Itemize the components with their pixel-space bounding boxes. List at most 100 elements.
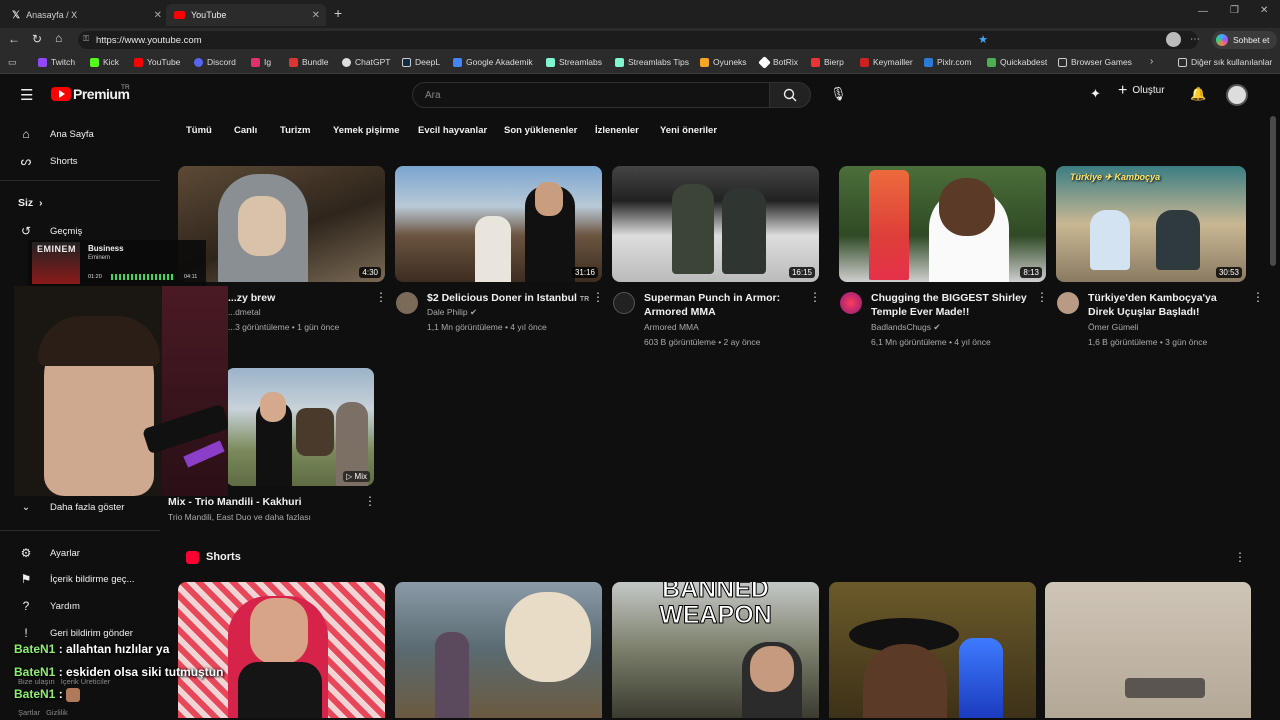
bookmark-bierp[interactable]: Bierp bbox=[811, 57, 844, 67]
video-channel[interactable]: Ömer Gümeli bbox=[1088, 320, 1139, 335]
channel-avatar[interactable] bbox=[840, 292, 862, 314]
mix-title[interactable]: Mix - Trio Mandili - Kakhuri bbox=[168, 495, 302, 509]
chip-recent[interactable]: Son yüklenenler bbox=[504, 125, 577, 136]
sidebar-item-home[interactable]: ⌂ Ana Sayfa bbox=[18, 127, 93, 141]
bookmark-twitch[interactable]: Twitch bbox=[38, 57, 75, 67]
short-thumbnail[interactable] bbox=[829, 582, 1036, 718]
more-options-icon[interactable]: ⋮ bbox=[1234, 550, 1246, 564]
mix-channels[interactable]: Trio Mandili, East Duo ve daha fazlası bbox=[168, 510, 311, 525]
chip-tourism[interactable]: Turizm bbox=[280, 125, 310, 136]
profile-avatar[interactable] bbox=[1166, 32, 1181, 47]
close-icon[interactable]: ✕ bbox=[312, 10, 320, 21]
chevron-right-icon[interactable]: › bbox=[1150, 56, 1153, 67]
sidebar-item-settings[interactable]: ⚙ Ayarlar bbox=[18, 546, 80, 560]
notifications-bell-icon[interactable]: 🔔 bbox=[1190, 86, 1206, 102]
sidebar-item-feedback[interactable]: ! Geri bildirim gönder bbox=[18, 626, 133, 640]
more-options-icon[interactable]: ⋮ bbox=[809, 290, 821, 304]
video-title[interactable]: Chugging the BIGGEST Shirley Temple Ever… bbox=[871, 291, 1031, 319]
sidebar-item-report[interactable]: ⚑ İçerik bildirme geç... bbox=[18, 572, 135, 586]
favorite-star-icon[interactable]: ★ bbox=[978, 33, 988, 46]
hamburger-menu-icon[interactable]: ☰ bbox=[20, 86, 33, 104]
video-thumbnail[interactable]: Türkiye ✈ Kamboçya 30:53 bbox=[1056, 166, 1246, 282]
chip-pets[interactable]: Evcil hayvanlar bbox=[418, 125, 487, 136]
video-channel[interactable]: BadlandsChugs ✔ bbox=[871, 320, 941, 335]
short-thumbnail[interactable] bbox=[395, 582, 602, 718]
video-channel[interactable]: Dale Philip ✔ bbox=[427, 305, 477, 320]
short-thumbnail[interactable] bbox=[178, 582, 385, 718]
bookmark-discord[interactable]: Discord bbox=[194, 57, 236, 67]
bookmark-google-akademik[interactable]: Google Akademik bbox=[453, 57, 533, 67]
more-options-icon[interactable]: ⋮ bbox=[375, 290, 387, 304]
minimize-button[interactable]: — bbox=[1198, 6, 1208, 17]
search-button[interactable] bbox=[769, 82, 811, 108]
chip-new-recommendations[interactable]: Yeni öneriler bbox=[660, 125, 717, 136]
sidebar-you-header[interactable]: Siz › bbox=[18, 197, 43, 209]
bookmark-ig[interactable]: Ig bbox=[251, 57, 271, 67]
video-thumbnail[interactable]: 16:15 bbox=[612, 166, 819, 282]
more-options-icon[interactable]: ⋮ bbox=[1036, 290, 1048, 304]
bookmark-streamlabs[interactable]: Streamlabs bbox=[546, 57, 602, 67]
chip-watched[interactable]: İzlenenler bbox=[595, 125, 639, 136]
bookmark-quickabdest[interactable]: Quickabdest bbox=[987, 57, 1047, 67]
channel-avatar[interactable] bbox=[613, 292, 635, 314]
chip-cooking[interactable]: Yemek pişirme bbox=[333, 125, 400, 136]
video-channel[interactable]: Armored MMA bbox=[644, 320, 699, 335]
short-thumbnail[interactable] bbox=[1045, 582, 1251, 718]
footer-link-terms[interactable]: Şartlar bbox=[18, 708, 40, 717]
channel-avatar[interactable] bbox=[396, 292, 418, 314]
reload-icon[interactable]: ↻ bbox=[32, 32, 42, 46]
more-options-icon[interactable]: ⋮ bbox=[592, 290, 604, 304]
bookmark-streamlabs-tips[interactable]: Streamlabs Tips bbox=[615, 57, 689, 67]
home-icon[interactable]: ⌂ bbox=[55, 31, 62, 45]
video-thumbnail[interactable]: 4:30 bbox=[178, 166, 385, 282]
bookmark-other[interactable]: Diğer sık kullanılanlar bbox=[1178, 57, 1272, 67]
copilot-chat-button[interactable]: Sohbet et bbox=[1212, 31, 1278, 49]
sidebar-item-shorts[interactable]: ᔕ Shorts bbox=[18, 154, 78, 168]
video-thumbnail[interactable]: 8:13 bbox=[839, 166, 1046, 282]
bookmark-kick[interactable]: Kick bbox=[90, 57, 119, 67]
back-icon[interactable]: ← bbox=[8, 32, 20, 46]
sidebar-show-more[interactable]: ⌄ Daha fazla göster bbox=[18, 502, 125, 513]
chip-live[interactable]: Canlı bbox=[234, 125, 257, 136]
create-button[interactable]: + Oluştur bbox=[1118, 82, 1165, 98]
sidebar-item-help[interactable]: ? Yardım bbox=[18, 599, 80, 613]
video-title[interactable]: ...zy brew bbox=[228, 291, 275, 305]
reading-list-icon[interactable]: ▭ bbox=[8, 57, 17, 68]
short-thumbnail[interactable]: BANNED WEAPON bbox=[612, 582, 819, 718]
tab-youtube[interactable]: YouTube ✕ bbox=[166, 4, 326, 26]
youtube-logo-icon[interactable] bbox=[51, 87, 71, 101]
page-scrollbar-thumb[interactable] bbox=[1270, 116, 1276, 266]
bookmark-botrix[interactable]: BotRix bbox=[758, 55, 798, 69]
cast-icon[interactable]: ✦ bbox=[1090, 86, 1101, 102]
bookmark-keymailler[interactable]: Keymailler bbox=[860, 57, 913, 67]
close-window-button[interactable]: ✕ bbox=[1260, 5, 1268, 16]
mix-thumbnail[interactable]: ▷ Mix bbox=[226, 368, 374, 486]
video-channel[interactable]: ...dmetal bbox=[228, 305, 261, 320]
video-thumbnail[interactable]: 31:16 bbox=[395, 166, 602, 282]
new-tab-button[interactable]: + bbox=[334, 5, 342, 21]
more-options-icon[interactable]: ⋮ bbox=[364, 494, 376, 508]
close-icon[interactable]: ✕ bbox=[154, 10, 162, 21]
microphone-icon[interactable]: 🎙 bbox=[830, 86, 847, 102]
site-info-icon[interactable]: ⚿ bbox=[83, 34, 89, 44]
more-menu-icon[interactable]: ⋯ bbox=[1190, 34, 1200, 45]
bookmark-bundle[interactable]: Bundle bbox=[289, 57, 328, 67]
chip-all[interactable]: Tümü bbox=[186, 125, 212, 136]
bookmark-deepl[interactable]: DeepL bbox=[402, 57, 440, 67]
restore-button[interactable]: ❐ bbox=[1230, 5, 1239, 16]
bookmark-browser-games[interactable]: Browser Games bbox=[1058, 57, 1132, 67]
channel-avatar[interactable] bbox=[1057, 292, 1079, 314]
url-field[interactable]: ⚿ https://www.youtube.com ★ bbox=[78, 31, 1198, 49]
tab-x[interactable]: 𝕏 Anasayfa / X ✕ bbox=[4, 4, 168, 26]
search-input[interactable]: Ara bbox=[412, 82, 770, 108]
bookmark-youtube[interactable]: YouTube bbox=[134, 57, 180, 67]
bookmark-oyuneks[interactable]: Oyuneks bbox=[700, 57, 747, 67]
footer-link-privacy[interactable]: Gizlilik bbox=[46, 708, 68, 717]
sidebar-item-history[interactable]: ↺ Geçmiş bbox=[18, 224, 82, 238]
more-options-icon[interactable]: ⋮ bbox=[1252, 290, 1264, 304]
video-title[interactable]: Superman Punch in Armor: Armored MMA bbox=[644, 291, 794, 319]
bookmark-pixlr[interactable]: Pixlr.com bbox=[924, 57, 971, 67]
bookmark-chatgpt[interactable]: ChatGPT bbox=[342, 57, 390, 67]
account-avatar[interactable] bbox=[1226, 84, 1248, 106]
video-title[interactable]: Türkiye'den Kamboçya'ya Direk Uçuşlar Ba… bbox=[1088, 291, 1243, 319]
